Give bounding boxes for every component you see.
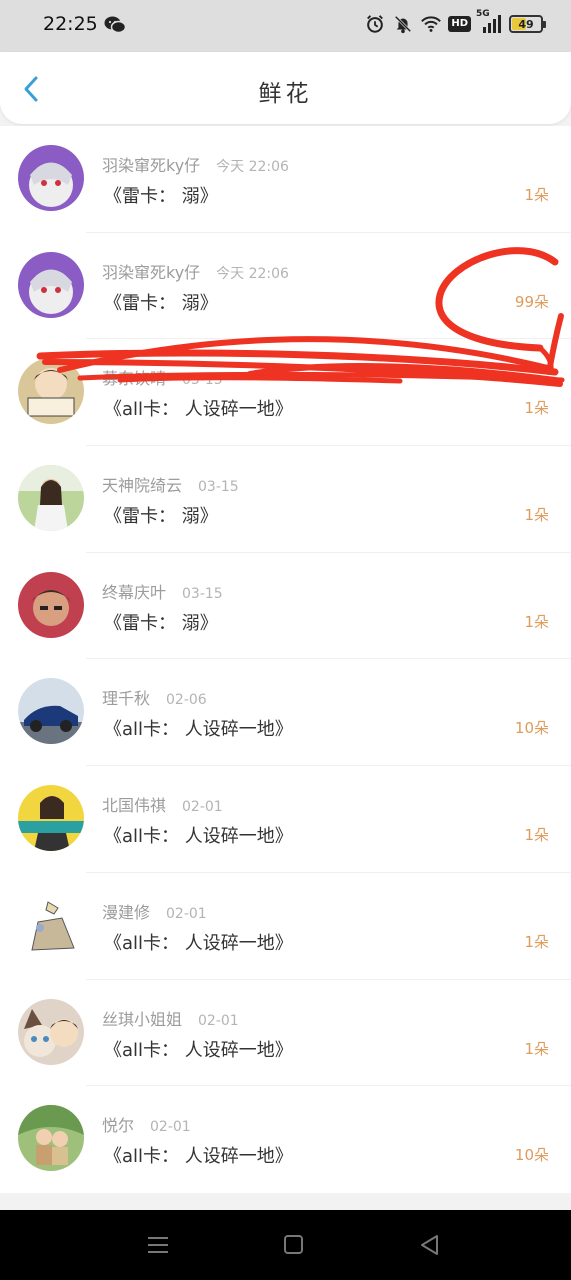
work-title: 《all卡： 人设碎一地》 [104,826,293,848]
sender-name[interactable]: 理千秋 02-06 [102,685,207,709]
work-title: 《all卡： 人设碎一地》 [104,1146,293,1168]
send-date: 03-15 [198,479,239,496]
sender-name-text: 漫建修 [102,902,151,922]
send-date: 02-01 [166,905,207,922]
list-item[interactable]: 天神院绮云 03-15 《雷卡： 溺》 1朵 [0,446,571,553]
list-item[interactable]: 羽染窜死ky仔 今天 22:06 《雷卡： 溺》 99朵 [0,233,571,340]
flower-count: 1朵 [524,612,549,631]
work-title: 《all卡： 人设碎一地》 [104,932,293,954]
flower-count: 10朵 [514,719,549,738]
wechat-icon [104,15,127,35]
flower-count: 1朵 [524,506,549,525]
list-item[interactable]: 悦尔 02-01 《all卡： 人设碎一地》 10朵 [0,1086,571,1193]
send-date: 02-06 [166,692,207,709]
avatar[interactable] [18,251,84,318]
sender-name-text: 羽染窜死ky仔 [102,262,201,282]
send-date: 今天 22:06 [216,265,289,282]
avatar[interactable] [18,678,84,745]
list-item[interactable]: 丝琪小姐姐 02-01 《all卡： 人设碎一地》 1朵 [0,980,571,1087]
system-nav-bar [0,1210,571,1280]
sender-name-text: 终幕庆叶 [102,582,167,602]
sender-name[interactable]: 天神院绮云 03-15 [102,472,239,496]
sender-name-text: 募东饮晴 [102,369,167,389]
sender-name[interactable]: 悦尔 02-01 [102,1112,191,1136]
work-title: 《雷卡： 溺》 [104,292,218,314]
avatar[interactable] [18,358,84,425]
work-title: 《雷卡： 溺》 [104,506,218,528]
list-item[interactable]: 漫建修 02-01 《all卡： 人设碎一地》 1朵 [0,873,571,980]
send-date: 03-15 [182,585,223,602]
status-icons: HD 5G 49 [364,9,546,35]
sender-name-text: 丝琪小姐姐 [102,1009,183,1029]
work-title: 《all卡： 人设碎一地》 [104,1039,293,1061]
avatar[interactable] [18,465,84,532]
flower-count: 99朵 [514,292,549,311]
sender-name[interactable]: 募东饮晴 03-15 [102,365,223,389]
battery-icon: 49 [509,15,546,33]
flower-count: 1朵 [524,186,549,204]
work-title: 《all卡： 人设碎一地》 [104,719,293,741]
list-item[interactable]: 募东饮晴 03-15 《all卡： 人设碎一地》 1朵 [0,339,571,446]
send-date: 今天 22:06 [216,159,289,175]
sender-name-text: 北国伟祺 [102,796,167,816]
sender-name[interactable]: 终幕庆叶 03-15 [102,579,223,603]
flower-count: 1朵 [524,932,549,951]
sender-name-text: 理千秋 [102,689,151,709]
page-title: 鲜花 [258,81,313,107]
status-time: 22:25 [43,13,98,35]
avatar[interactable] [18,998,84,1065]
send-date: 03-15 [182,372,223,389]
flower-count: 1朵 [524,1039,549,1058]
sender-name[interactable]: 羽染窜死ky仔 今天 22:06 [102,152,289,176]
status-bar: 22:25 HD 5G 49 [0,0,571,52]
list-item[interactable]: 终幕庆叶 03-15 《雷卡： 溺》 1朵 [0,553,571,660]
flower-count: 1朵 [524,399,549,418]
flower-record-list[interactable]: 羽染窜死ky仔 今天 22:06 《雷卡： 溺》 1朵 羽染窜死ky仔 今天 22:06 《… [0,126,571,1193]
nav-bar: 鲜花 [0,52,571,124]
sender-name-text: 羽染窜死ky仔 [102,156,201,175]
avatar[interactable] [18,785,84,852]
work-title: 《雷卡： 溺》 [104,186,218,207]
avatar[interactable] [18,891,84,958]
avatar[interactable] [18,145,84,211]
flower-count: 10朵 [514,1146,549,1165]
sender-name-text: 天神院绮云 [102,476,183,496]
sender-name[interactable]: 丝琪小姐姐 02-01 [102,1006,239,1030]
list-item[interactable]: 理千秋 02-06 《all卡： 人设碎一地》 10朵 [0,659,571,766]
send-date: 02-01 [198,1012,239,1029]
sender-name[interactable]: 羽染窜死ky仔 今天 22:06 [102,259,289,283]
menu-icon[interactable] [144,1232,172,1258]
send-date: 02-01 [150,1119,191,1136]
work-title: 《雷卡： 溺》 [104,612,218,634]
signal-icon: 5G [476,9,503,35]
sender-name[interactable]: 北国伟祺 02-01 [102,792,223,816]
list-item[interactable]: 北国伟祺 02-01 《all卡： 人设碎一地》 1朵 [0,766,571,873]
wifi-icon [420,13,442,35]
mute-icon [392,13,414,35]
home-icon[interactable] [280,1232,308,1258]
sender-name[interactable]: 漫建修 02-01 [102,899,207,923]
avatar[interactable] [18,571,84,638]
network-type: 5G [476,9,490,19]
battery-level: 49 [518,17,534,31]
sender-name-text: 悦尔 [102,1116,135,1136]
work-title: 《all卡： 人设碎一地》 [104,399,293,421]
send-date: 02-01 [182,799,223,816]
flower-count: 1朵 [524,826,549,845]
hd-icon: HD [448,16,471,32]
back-icon[interactable] [416,1232,444,1258]
list-item[interactable]: 羽染窜死ky仔 今天 22:06 《雷卡： 溺》 1朵 [0,126,571,233]
avatar[interactable] [18,1105,84,1172]
alarm-icon [364,13,386,35]
